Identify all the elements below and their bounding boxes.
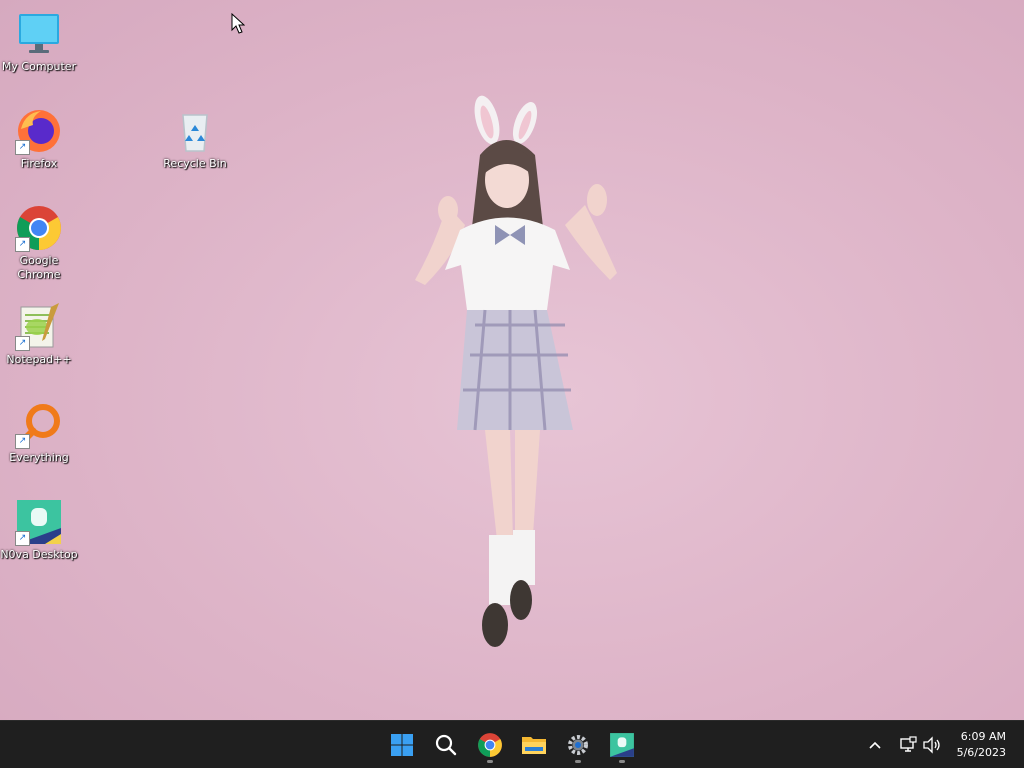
chrome-icon: ↗ (15, 204, 63, 252)
taskbar-settings-button[interactable] (560, 727, 596, 763)
taskbar-search-button[interactable] (428, 727, 464, 763)
desktop-icon-label: Google Chrome (17, 254, 61, 281)
network-icon (900, 736, 917, 752)
desktop-icon-label: My Computer (1, 60, 77, 73)
desktop-icon-label: Everything (9, 451, 69, 464)
shortcut-arrow-icon: ↗ (15, 140, 30, 155)
tray-volume-button[interactable] (918, 727, 946, 763)
running-indicator (575, 760, 581, 763)
n0va-desktop-icon: ↗ (15, 498, 63, 546)
notepadpp-icon: ↗ (15, 303, 63, 351)
running-indicator (487, 760, 493, 763)
shortcut-arrow-icon: ↗ (15, 531, 30, 546)
desktop-icon-label: Notepad++ (6, 353, 72, 366)
taskbar-file-explorer-button[interactable] (516, 727, 552, 763)
desktop-icon-google-chrome[interactable]: ↗ Google Chrome (0, 204, 78, 282)
clock-time: 6:09 AM (960, 730, 1006, 743)
taskbar-clock[interactable]: 6:09 AM 5/6/2023 (957, 729, 1006, 761)
desktop-icon-notepadpp[interactable]: ↗ Notepad++ (0, 303, 78, 367)
n0va-desktop-icon (610, 733, 634, 757)
taskbar: 6:09 AM 5/6/2023 (0, 720, 1024, 768)
volume-icon (923, 736, 940, 754)
shortcut-arrow-icon: ↗ (15, 336, 30, 351)
chrome-icon (478, 733, 502, 757)
shortcut-arrow-icon: ↗ (15, 237, 30, 252)
firefox-icon: ↗ (15, 107, 63, 155)
desktop-icon-everything[interactable]: ↗ Everything (0, 401, 78, 465)
clock-date: 5/6/2023 (956, 746, 1006, 759)
chevron-up-icon (869, 741, 881, 749)
file-explorer-icon (522, 737, 546, 754)
wallpaper-character (415, 95, 617, 647)
monitor-icon (15, 10, 63, 58)
tray-overflow-button[interactable] (858, 727, 892, 763)
desktop-icon-my-computer[interactable]: My Computer (0, 10, 78, 74)
taskbar-chrome-button[interactable] (472, 727, 508, 763)
running-indicator (619, 760, 625, 763)
desktop-icon-label: Recycle Bin (163, 157, 227, 170)
everything-search-icon: ↗ (15, 401, 63, 449)
desktop-icon-label: N0va Desktop (0, 548, 78, 561)
search-icon (435, 734, 457, 756)
mouse-cursor-icon (231, 13, 245, 34)
desktop-icon-n0va-desktop[interactable]: ↗ N0va Desktop (0, 498, 78, 562)
desktop-icon-firefox[interactable]: ↗ Firefox (0, 107, 78, 171)
desktop-icon-recycle-bin[interactable]: Recycle Bin (156, 107, 234, 171)
recycle-bin-icon (171, 107, 219, 155)
taskbar-n0va-desktop-button[interactable] (604, 727, 640, 763)
start-button[interactable] (384, 727, 420, 763)
windows-start-icon (391, 734, 413, 756)
desktop-icon-label: Firefox (20, 157, 58, 170)
desktop[interactable]: My Computer ↗ Firefox ↗ Google Chrome ↗ … (0, 0, 1024, 720)
settings-gear-icon (568, 735, 588, 755)
shortcut-arrow-icon: ↗ (15, 434, 30, 449)
